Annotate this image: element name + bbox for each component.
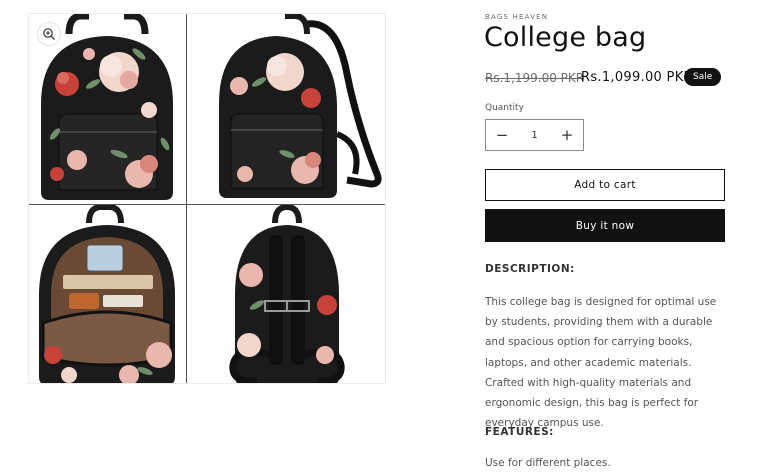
decrease-quantity-button[interactable]: −: [486, 120, 518, 150]
backpack-back-view: [229, 205, 345, 383]
backpack-side-view: [219, 14, 382, 198]
backpack-open-view: [39, 205, 175, 383]
sale-badge: Sale: [684, 68, 722, 86]
product-title: College bag: [484, 22, 647, 53]
regular-price: Rs.1,199.00 PKR: [485, 71, 585, 85]
quantity-input[interactable]: 1: [518, 130, 551, 141]
image-divider: [29, 204, 385, 205]
features-heading: FEATURES:: [485, 426, 554, 438]
product-vendor[interactable]: BAGS HEAVEN: [485, 13, 548, 21]
image-divider: [186, 14, 187, 383]
product-description: This college bag is designed for optimal…: [485, 296, 717, 430]
magnify-plus-icon[interactable]: [37, 22, 61, 46]
description-heading: DESCRIPTION:: [485, 263, 575, 275]
add-to-cart-button[interactable]: Add to cart: [485, 169, 725, 201]
sale-price: Rs.1,099.00 PKR: [581, 70, 693, 85]
buy-it-now-button[interactable]: Buy it now: [485, 209, 725, 242]
product-image[interactable]: [28, 13, 386, 384]
quantity-stepper[interactable]: − 1 +: [485, 119, 584, 151]
increase-quantity-button[interactable]: +: [551, 120, 583, 150]
quantity-label: Quantity: [485, 103, 524, 113]
feature-item: Use for different places.: [485, 457, 611, 469]
